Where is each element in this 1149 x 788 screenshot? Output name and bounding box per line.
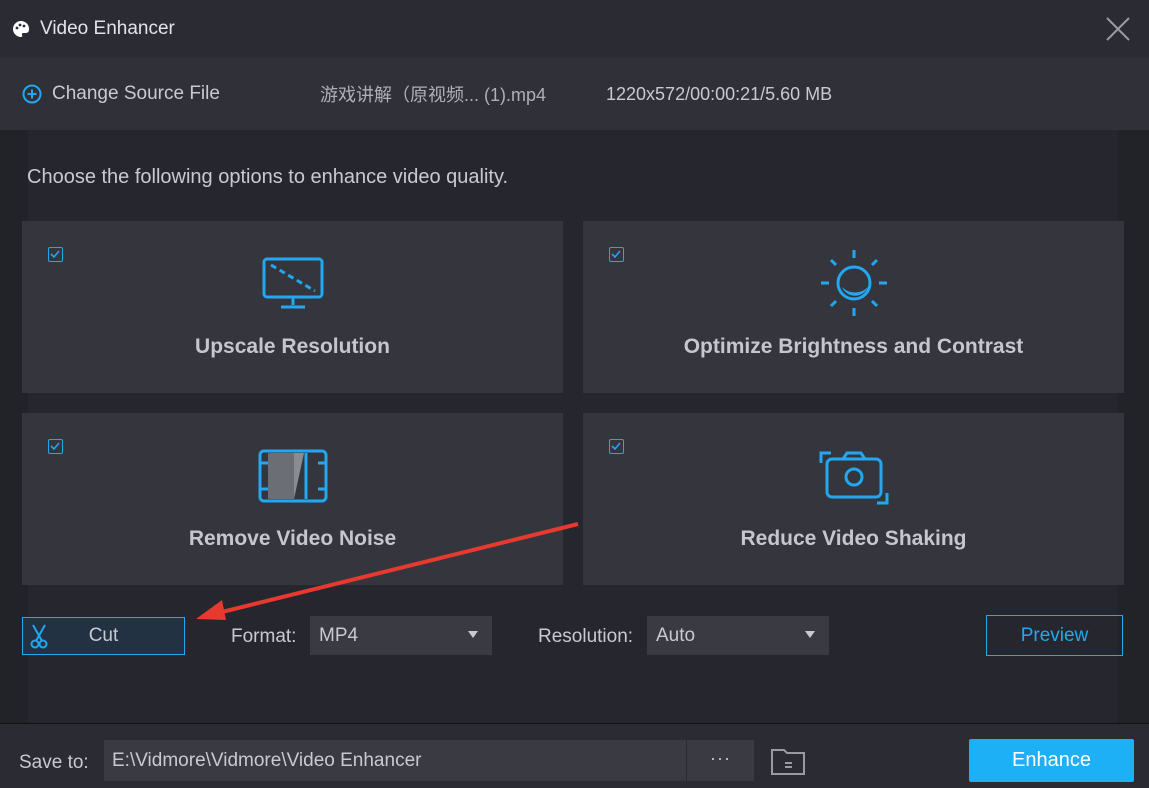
- footer-bar: Save to: E:\Vidmore\Vidmore\Video Enhanc…: [0, 723, 1149, 788]
- save-path-input[interactable]: E:\Vidmore\Vidmore\Video Enhancer: [104, 740, 686, 781]
- palette-icon: [13, 20, 30, 37]
- format-label: Format:: [231, 626, 297, 647]
- enhance-button[interactable]: Enhance: [969, 739, 1134, 782]
- brightness-icon: [820, 250, 887, 316]
- close-icon[interactable]: [1105, 16, 1131, 42]
- checkbox[interactable]: [48, 247, 63, 262]
- format-value: MP4: [319, 625, 359, 646]
- camera-stabilize-icon: [819, 451, 888, 505]
- option-optimize-brightness[interactable]: Optimize Brightness and Contrast: [583, 221, 1124, 393]
- source-bar: Change Source File 游戏讲解（原视频... (1).mp4 1…: [0, 58, 1149, 130]
- checkbox[interactable]: [48, 439, 63, 454]
- resolution-label: Resolution:: [538, 626, 634, 647]
- cut-button[interactable]: Cut: [22, 617, 185, 655]
- preview-button[interactable]: Preview: [986, 615, 1123, 656]
- cut-label: Cut: [88, 625, 119, 646]
- intro-text: Choose the following options to enhance …: [27, 166, 509, 188]
- open-folder-icon[interactable]: [770, 746, 806, 776]
- option-upscale-resolution[interactable]: Upscale Resolution: [22, 221, 563, 393]
- film-noise-icon: [258, 449, 327, 503]
- option-label: Optimize Brightness and Contrast: [683, 335, 1024, 358]
- monitor-icon: [262, 257, 323, 309]
- option-label: Reduce Video Shaking: [740, 527, 967, 550]
- option-label: Upscale Resolution: [195, 335, 390, 358]
- change-source-label: Change Source File: [52, 83, 220, 104]
- file-info: 1220x572/00:00:21/5.60 MB: [606, 83, 833, 104]
- window-title: Video Enhancer: [40, 18, 175, 39]
- checkbox[interactable]: [609, 247, 624, 262]
- resolution-select[interactable]: Auto: [647, 616, 829, 655]
- resolution-value: Auto: [656, 625, 696, 646]
- dropdown-arrow-icon: [805, 631, 815, 638]
- option-reduce-video-shaking[interactable]: Reduce Video Shaking: [583, 413, 1124, 585]
- checkbox[interactable]: [609, 439, 624, 454]
- change-source-file-button[interactable]: Change Source File: [22, 83, 220, 105]
- dropdown-arrow-icon: [468, 631, 478, 638]
- plus-circle-icon: [22, 84, 42, 104]
- browse-button[interactable]: ···: [686, 740, 754, 781]
- save-to-label: Save to:: [19, 752, 89, 773]
- option-label: Remove Video Noise: [188, 527, 397, 550]
- format-select[interactable]: MP4: [310, 616, 492, 655]
- option-remove-video-noise[interactable]: Remove Video Noise: [22, 413, 563, 585]
- file-name: 游戏讲解（原视频... (1).mp4: [320, 85, 547, 105]
- title-bar: Video Enhancer: [0, 0, 1149, 58]
